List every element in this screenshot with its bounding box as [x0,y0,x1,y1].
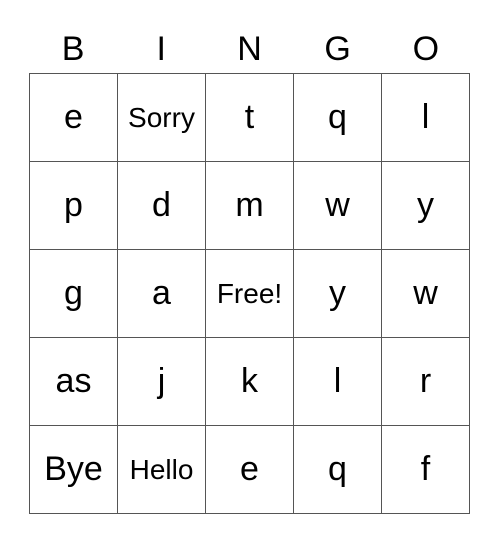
bingo-cell[interactable]: p [29,161,118,250]
grid-row: as j k l r [29,337,470,426]
bingo-cell[interactable]: k [205,337,294,426]
bingo-cell[interactable]: f [381,425,470,514]
bingo-cell[interactable]: j [117,337,206,426]
bingo-cell[interactable]: l [293,337,382,426]
bingo-header: B I N G O [29,28,470,73]
bingo-cell[interactable]: Bye [29,425,118,514]
bingo-cell[interactable]: y [293,249,382,338]
header-letter-g: G [324,30,351,68]
bingo-cell[interactable]: e [29,73,118,162]
grid-row: g a Free! y w [29,249,470,338]
grid-row: Bye Hello e q f [29,425,470,514]
bingo-cell[interactable]: Hello [117,425,206,514]
grid-row: p d m w y [29,161,470,250]
bingo-cell[interactable]: t [205,73,294,162]
bingo-cell[interactable]: w [293,161,382,250]
header-letter-i: I [156,30,166,68]
header-letter-o: O [412,30,440,68]
bingo-cell[interactable]: e [205,425,294,514]
free-space-cell[interactable]: Free! [205,249,294,338]
bingo-cell[interactable]: r [381,337,470,426]
bingo-cell[interactable]: y [381,161,470,250]
bingo-cell[interactable]: l [381,73,470,162]
bingo-cell[interactable]: q [293,73,382,162]
header-letter-b: B [61,30,85,68]
bingo-cell[interactable]: w [381,249,470,338]
grid-row: e Sorry t q l [29,73,470,162]
bingo-cell[interactable]: m [205,161,294,250]
header-letter-n: N [237,30,262,68]
bingo-cell[interactable]: g [29,249,118,338]
bingo-cell[interactable]: d [117,161,206,250]
bingo-cell[interactable]: Sorry [117,73,206,162]
bingo-cell[interactable]: a [117,249,206,338]
bingo-cell[interactable]: q [293,425,382,514]
bingo-grid: e Sorry t q l p d m w y g a Free! y w as… [29,73,470,514]
bingo-cell[interactable]: as [29,337,118,426]
